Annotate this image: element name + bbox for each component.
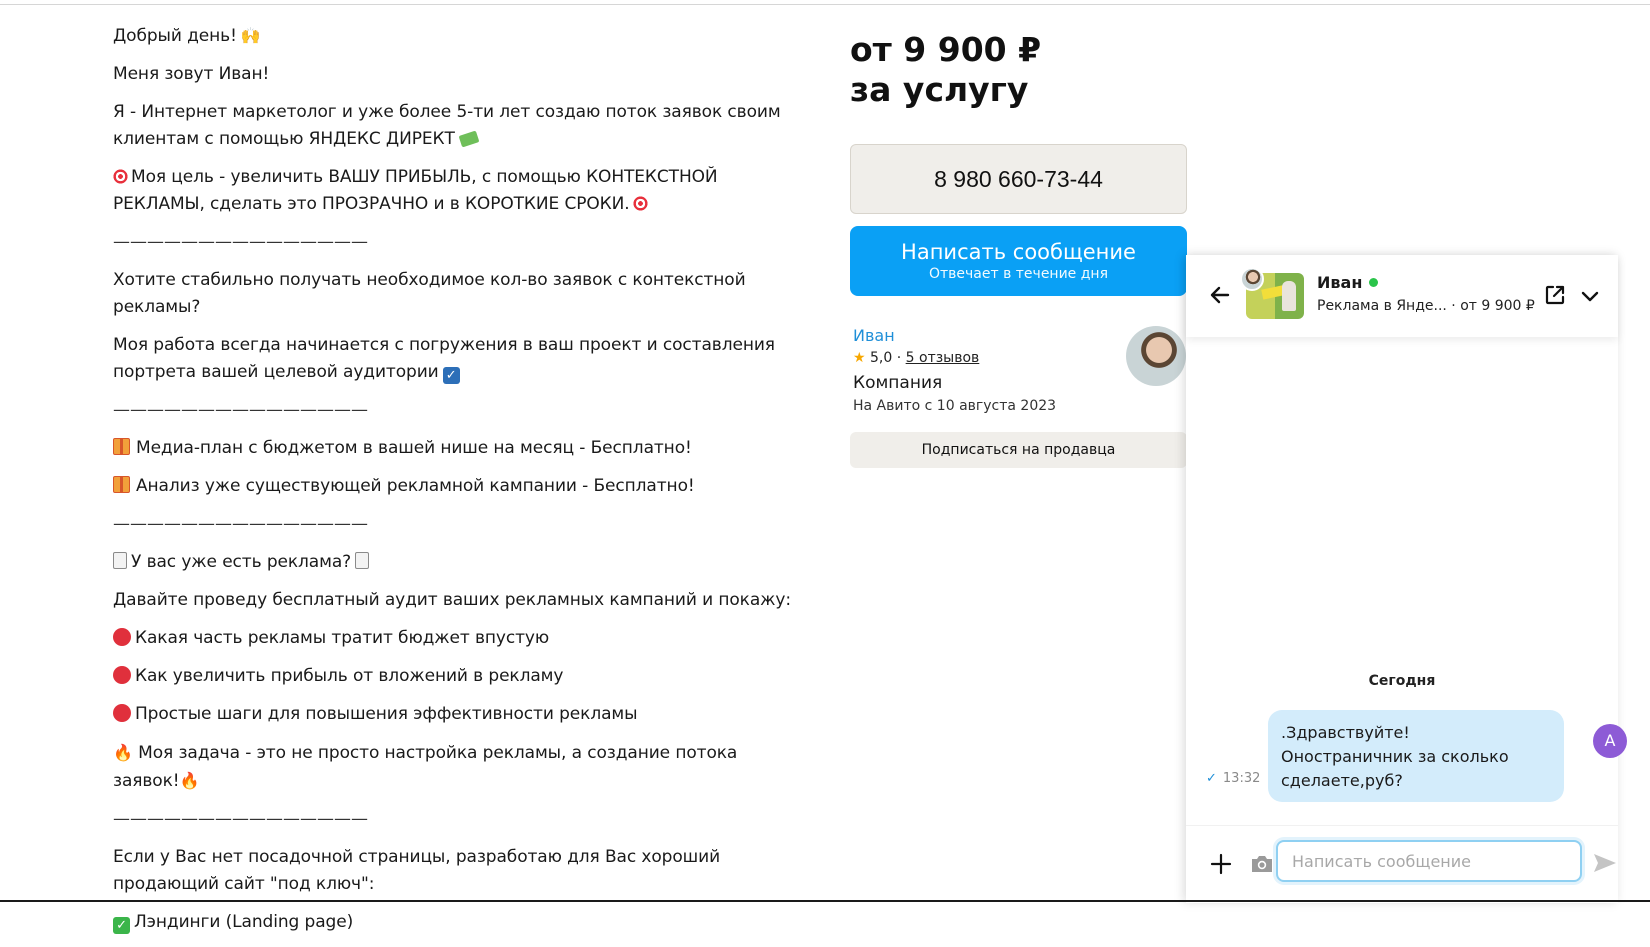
external-link-icon[interactable] (1543, 283, 1567, 307)
star-icon: ★ (853, 350, 866, 366)
fire-icon: 🔥 (179, 771, 200, 790)
desc-audit: Давайте проведу бесплатный аудит ваших р… (113, 590, 791, 610)
desc-process: Моя работа всегда начинается с погружени… (113, 335, 775, 384)
target-icon (113, 169, 128, 184)
message-input[interactable] (1276, 840, 1582, 882)
desc-divider: ——————————————— (113, 809, 368, 829)
user-avatar[interactable]: А (1593, 724, 1627, 758)
gift-icon (113, 476, 130, 493)
message-input-bar (1186, 825, 1618, 903)
desc-task: 🔥 Моя задача - это не просто настройка р… (113, 743, 738, 791)
check-box-icon: ✓ (442, 367, 460, 384)
desc-landing-offer: Если у Вас нет посадочной страницы, разр… (113, 847, 721, 894)
message-line: сделаете,руб? (1281, 771, 1403, 790)
desc-point-2: Как увеличить прибыль от вложений в рекл… (113, 663, 803, 690)
send-icon[interactable] (1592, 850, 1618, 876)
clipboard-icon (113, 552, 127, 569)
desc-point-3: Простые шаги для повышения эффективности… (113, 701, 803, 728)
price-block: от 9 900 ₽ за услугу (850, 30, 1041, 110)
seller-since: На Авито с 10 августа 2023 (853, 398, 1057, 414)
check-mark-icon: ✓ (113, 917, 130, 934)
price-unit: за услугу (850, 70, 1029, 109)
rating-value: 5,0 (870, 350, 893, 366)
message-bubble: .Здравствуйте! Оностраничник за сколько сд… (1268, 710, 1564, 802)
message-meta: ✓ 13:32 (1206, 771, 1260, 786)
desc-divider: ——————————————— (113, 400, 368, 420)
desc-ads-question: У вас уже есть реклама? (113, 549, 803, 576)
desc-bonus-1: Медиа-план с бюджетом в вашей нише на ме… (113, 435, 803, 462)
chat-contact-name: Иван (1317, 273, 1379, 293)
red-circle-icon (113, 628, 131, 646)
chat-seller-avatar (1240, 267, 1264, 291)
desc-bonus-2: Анализ уже существующей рекламной кампан… (113, 473, 803, 500)
write-message-button[interactable]: Написать сообщение Отвечает в течение дн… (850, 226, 1187, 296)
money-icon (458, 130, 480, 148)
rating-separator: · (896, 350, 902, 366)
desc-divider: ——————————————— (113, 514, 368, 534)
desc-goal: Моя цель - увеличить ВАШУ ПРИБЫЛЬ, с пом… (113, 167, 718, 214)
chat-header: Иван Реклама в Янде... · от 9 900 ₽ (1186, 255, 1618, 337)
red-circle-icon (113, 666, 131, 684)
desc-landing-item: ✓ Лэндинги (Landing page) (113, 909, 803, 936)
message-line: Оностраничник за сколько (1281, 747, 1509, 766)
desc-point-1: Какая часть рекламы тратит бюджет впусту… (113, 625, 803, 652)
listing-description: Добрый день! 🙌 Меня зовут Иван! Я - Интер… (113, 22, 803, 947)
read-check-icon: ✓ (1206, 771, 1217, 786)
red-circle-icon (113, 704, 131, 722)
desc-question: Хотите стабильно получать необходимое ко… (113, 270, 746, 317)
online-status-dot (1369, 278, 1379, 287)
plus-icon[interactable] (1210, 853, 1232, 875)
desc-about: Я - Интернет маркетолог и уже более 5-ти… (113, 102, 781, 149)
top-divider (0, 4, 1650, 5)
arrow-left-icon[interactable] (1206, 281, 1234, 309)
raised-hands-icon: 🙌 (240, 26, 261, 45)
phone-button[interactable]: 8 980 660-73-44 (850, 144, 1187, 214)
seller-avatar[interactable] (1126, 326, 1186, 386)
clipboard-icon (355, 552, 370, 569)
write-message-label: Написать сообщение (901, 240, 1136, 264)
subscribe-button[interactable]: Подписаться на продавца (850, 432, 1187, 468)
chat-listing-title[interactable]: Реклама в Янде... · от 9 900 ₽ (1317, 296, 1535, 316)
gift-icon (113, 438, 130, 455)
message-time: 13:32 (1222, 771, 1261, 786)
desc-greeting: Добрый день! 🙌 (113, 26, 261, 46)
target-icon (632, 196, 648, 211)
fire-icon: 🔥 (113, 743, 133, 762)
camera-icon[interactable] (1250, 854, 1274, 874)
message-line: .Здравствуйте! (1281, 723, 1410, 742)
date-separator: Сегодня (1368, 673, 1436, 689)
chevron-down-icon[interactable] (1579, 285, 1601, 307)
desc-intro: Меня зовут Иван! (113, 64, 270, 84)
chat-panel: Иван Реклама в Янде... · от 9 900 ₽ Сего… (1186, 255, 1627, 903)
reviews-link[interactable]: 5 отзывов (906, 350, 980, 366)
price-value: от 9 900 ₽ (850, 30, 1042, 69)
response-time-label: Отвечает в течение дня (928, 266, 1109, 282)
desc-divider: ——————————————— (113, 232, 368, 252)
message-text: .Здравствуйте! Оностраничник за сколько сд… (1281, 723, 1509, 790)
